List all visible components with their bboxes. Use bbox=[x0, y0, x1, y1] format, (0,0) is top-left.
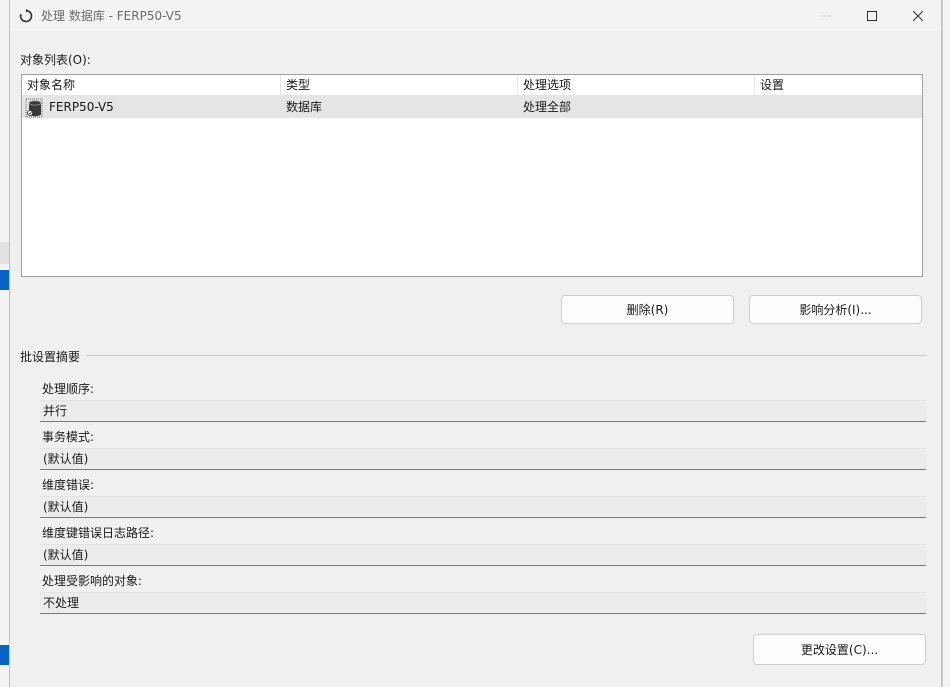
maximize-icon bbox=[867, 10, 877, 21]
dimension-key-error-log-path-label: 维度键错误日志路径: bbox=[42, 526, 155, 540]
minimize-button[interactable] bbox=[803, 0, 849, 31]
object-type: 数据库 bbox=[286, 100, 323, 114]
transaction-mode-value: (默认值) bbox=[40, 448, 926, 470]
dimension-key-error-log-path-value: (默认值) bbox=[40, 544, 926, 566]
background-app-edge-right bbox=[942, 0, 950, 687]
window-title: 处理 数据库 - FERP50-V5 bbox=[41, 9, 182, 23]
process-database-dialog: 处理 数据库 - FERP50-V5 对象列表(O): 对象名称 类型 处理选项… bbox=[9, 0, 942, 687]
object-settings[interactable] bbox=[755, 96, 922, 118]
delete-button[interactable]: 删除(R) bbox=[561, 295, 734, 324]
impact-analysis-button[interactable]: 影响分析(I)... bbox=[749, 295, 922, 324]
group-divider bbox=[20, 355, 926, 356]
batch-summary-title: 批设置摘要 bbox=[20, 348, 87, 365]
object-name: FERP50-V5 bbox=[49, 100, 114, 114]
processing-order-value: 并行 bbox=[40, 400, 926, 422]
process-affected-objects-value: 不处理 bbox=[40, 592, 926, 614]
dimension-errors-value: (默认值) bbox=[40, 496, 926, 518]
process-refresh-icon bbox=[19, 8, 33, 23]
object-list-label: 对象列表(O): bbox=[20, 53, 91, 67]
object-list[interactable]: 对象名称 类型 处理选项 设置 FERP50-V5 数据库 处理全部 bbox=[21, 74, 923, 277]
column-header-name[interactable]: 对象名称 bbox=[22, 75, 281, 96]
process-affected-objects-label: 处理受影响的对象: bbox=[42, 574, 143, 588]
process-option[interactable]: 处理全部 bbox=[518, 96, 755, 118]
close-icon bbox=[913, 10, 923, 21]
column-header-option[interactable]: 处理选项 bbox=[518, 75, 755, 96]
change-settings-button[interactable]: 更改设置(C)... bbox=[753, 634, 926, 665]
table-row[interactable]: FERP50-V5 数据库 处理全部 bbox=[22, 96, 922, 118]
transaction-mode-label: 事务模式: bbox=[42, 430, 95, 444]
dimension-errors-label: 维度错误: bbox=[42, 478, 95, 492]
minimize-icon bbox=[821, 15, 831, 16]
database-icon bbox=[25, 98, 43, 118]
row-name-cell: FERP50-V5 bbox=[22, 96, 281, 118]
column-header-settings[interactable]: 设置 bbox=[755, 75, 922, 96]
close-button[interactable] bbox=[895, 0, 941, 31]
processing-order-label: 处理顺序: bbox=[42, 382, 95, 396]
maximize-button[interactable] bbox=[849, 0, 895, 31]
title-bar[interactable]: 处理 数据库 - FERP50-V5 bbox=[10, 0, 941, 31]
list-header: 对象名称 类型 处理选项 设置 bbox=[22, 75, 922, 96]
column-header-type[interactable]: 类型 bbox=[281, 75, 518, 96]
